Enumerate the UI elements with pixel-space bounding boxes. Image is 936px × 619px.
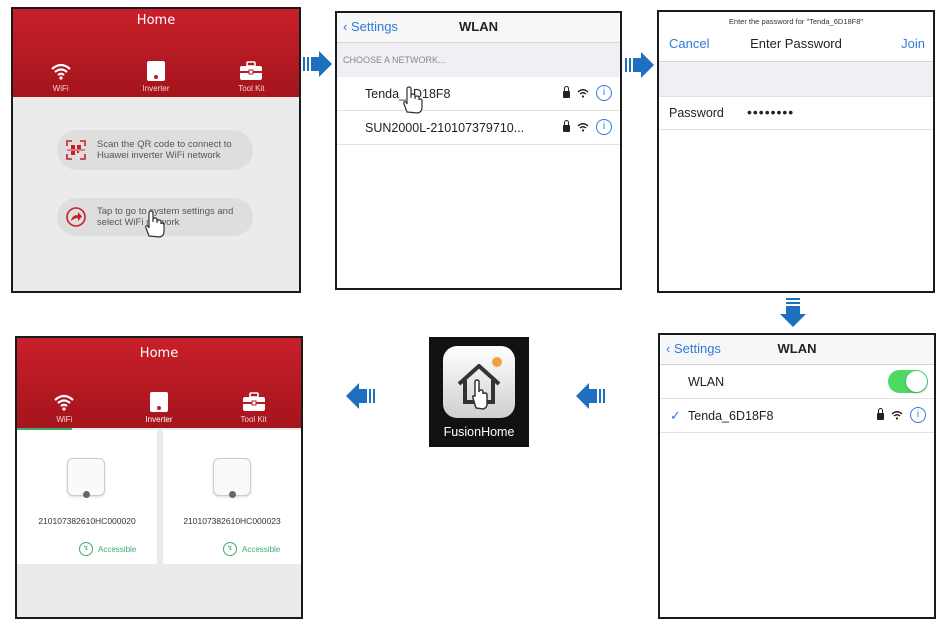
arrow-right-icon: [303, 51, 332, 77]
hand-pointer-icon: [141, 209, 165, 244]
tab-wifi[interactable]: WiFi: [26, 58, 96, 93]
device-status: ↯ Accessible: [223, 542, 280, 556]
info-icon[interactable]: i: [910, 407, 926, 423]
arrow-left-icon: [346, 383, 375, 409]
lock-icon: [877, 408, 884, 420]
app-body: Scan the QR code to connect to Huawei in…: [13, 97, 299, 291]
arrow-left-icon: [576, 383, 605, 409]
toolkit-icon: [219, 389, 289, 415]
checkmark-icon: ✓: [670, 408, 681, 423]
app-body: 210107382610HC000020 ↯ Accessible 210107…: [17, 428, 301, 617]
tab-inverter[interactable]: Inverter: [121, 58, 191, 93]
info-icon[interactable]: i: [596, 85, 612, 101]
app-wifi-screen: Home WiFi Inverter Tool Kit Scan the QR …: [11, 7, 301, 293]
inverter-icon: [121, 58, 191, 84]
tab-label: Tool Kit: [238, 84, 265, 93]
app-header: Home WiFi Inverter Tool Kit: [13, 9, 299, 97]
inverter-icon: [124, 389, 194, 415]
device-status: ↯ Accessible: [79, 542, 136, 556]
nav-bar: ‹ Settings WLAN: [660, 335, 934, 365]
app-title: Home: [136, 13, 176, 28]
tab-label: WiFi: [56, 415, 73, 424]
wifi-icon: [26, 58, 96, 84]
house-icon: [443, 346, 515, 418]
nav-title: Enter Password: [750, 36, 842, 51]
status-icon: ↯: [223, 542, 237, 556]
share-arrow-icon: [65, 206, 87, 228]
network-row[interactable]: Tenda_6D18F8 i: [337, 77, 620, 111]
fusionhome-app-icon[interactable]: FusionHome: [429, 337, 529, 447]
password-label: Password: [669, 106, 724, 120]
password-field[interactable]: Password ••••••••: [659, 96, 933, 130]
status-label: Accessible: [98, 544, 137, 554]
app-header: Home WiFi Inverter Tool Kit: [17, 338, 301, 428]
tab-toolkit[interactable]: Tool Kit: [219, 389, 289, 424]
wlan-toggle[interactable]: [888, 370, 928, 393]
arrow-right-icon: [625, 52, 654, 78]
go-to-settings-text: Tap to go to system settings and select …: [97, 206, 234, 228]
nav-title: WLAN: [777, 341, 817, 356]
wlan-toggle-row: WLAN: [660, 365, 934, 399]
wlan-list-screen: ‹ Settings WLAN CHOOSE A NETWORK... Tend…: [335, 11, 622, 290]
wifi-icon: [29, 389, 99, 415]
arrow-down-icon: [780, 298, 806, 327]
hand-pointer-icon: [399, 85, 423, 120]
scan-qr-text: Scan the QR code to connect to Huawei in…: [97, 139, 232, 161]
device-card[interactable]: 210107382610HC000023 ↯ Accessible: [163, 430, 301, 564]
status-icon: ↯: [79, 542, 93, 556]
device-serial: 210107382610HC000023: [183, 516, 281, 526]
wifi-icon: [577, 123, 589, 132]
inverter-image: [213, 458, 251, 498]
wlan-connected-screen: ‹ Settings WLAN WLAN ✓ Tenda_6D18F8 i: [658, 333, 936, 619]
network-row[interactable]: SUN2000L-210107379710... i: [337, 111, 620, 145]
app-title: Home: [139, 346, 179, 361]
tab-wifi[interactable]: WiFi: [29, 389, 99, 424]
tab-label: Tool Kit: [240, 415, 267, 424]
password-value: ••••••••: [747, 104, 795, 120]
tab-label: Inverter: [142, 84, 170, 93]
password-prompt: Enter the password for "Tenda_6D18F8": [728, 17, 864, 26]
status-label: Accessible: [242, 544, 281, 554]
lock-icon: [563, 86, 570, 98]
tab-label: Inverter: [145, 415, 173, 424]
join-button[interactable]: Join: [901, 36, 925, 51]
inverter-image: [67, 458, 105, 498]
app-inverter-screen: Home WiFi Inverter Tool Kit 210107382610…: [15, 336, 303, 619]
device-serial: 210107382610HC000020: [38, 516, 136, 526]
toolkit-icon: [216, 58, 286, 84]
network-name: SUN2000L-210107379710...: [365, 121, 525, 135]
tab-toolkit[interactable]: Tool Kit: [216, 58, 286, 93]
wifi-icon: [577, 89, 589, 98]
qr-scan-icon: [65, 139, 87, 161]
network-row[interactable]: ✓ Tenda_6D18F8 i: [660, 399, 934, 433]
info-icon[interactable]: i: [596, 119, 612, 135]
nav-title: WLAN: [459, 19, 498, 34]
nav-bar: ‹ Settings WLAN: [337, 13, 620, 43]
wlan-label: WLAN: [688, 375, 725, 389]
network-name: Tenda_6D18F8: [688, 409, 774, 423]
lock-icon: [563, 120, 570, 132]
tab-inverter[interactable]: Inverter: [124, 389, 194, 424]
wifi-icon: [891, 411, 903, 420]
section-header: CHOOSE A NETWORK...: [337, 43, 620, 77]
scan-qr-button[interactable]: Scan the QR code to connect to Huawei in…: [57, 130, 253, 170]
tab-label: WiFi: [52, 84, 69, 93]
enter-password-screen: Enter the password for "Tenda_6D18F8" Ca…: [657, 10, 935, 293]
device-card[interactable]: 210107382610HC000020 ↯ Accessible: [17, 430, 157, 564]
fusionhome-label: FusionHome: [443, 425, 515, 439]
